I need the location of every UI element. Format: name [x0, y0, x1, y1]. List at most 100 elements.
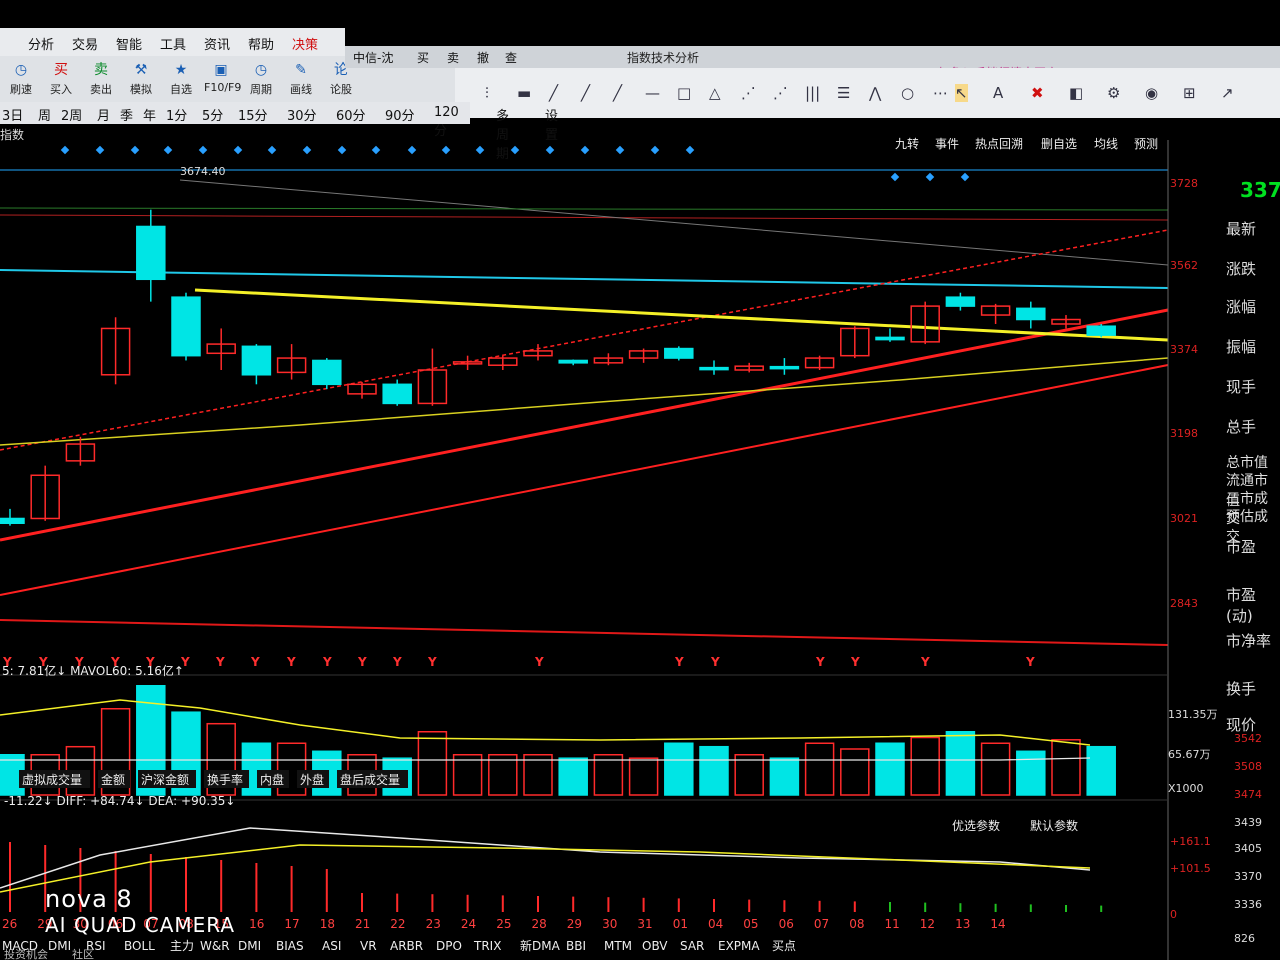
toolbar-button[interactable]: ★ 自选	[164, 58, 198, 100]
indicator-tab[interactable]: BOLL	[124, 939, 155, 953]
indicator-tab[interactable]: MTM	[604, 939, 632, 953]
optimize-params-button[interactable]: 优选参数	[952, 818, 1000, 833]
menu-item[interactable]: 工具	[160, 34, 186, 53]
indicator-tab[interactable]: 新DMA	[520, 938, 561, 953]
menu-item[interactable]: 决策	[292, 34, 318, 53]
period-9[interactable]: 30分	[287, 105, 317, 124]
volume-tab[interactable]: 外盘	[300, 772, 324, 787]
menu-item[interactable]: 分析	[28, 34, 54, 53]
draw-tool-icon[interactable]: △	[709, 84, 721, 102]
toolbar-button[interactable]: ◷ 刷速	[4, 58, 38, 100]
toolbar-button[interactable]: ▣ F10/F9	[204, 58, 241, 100]
period-6[interactable]: 1分	[166, 105, 187, 124]
indicator-tab[interactable]: SAR	[680, 939, 704, 953]
indicator-tab[interactable]: 主力	[170, 939, 194, 953]
eye-icon[interactable]: ◉	[1145, 84, 1158, 102]
candle-body[interactable]	[875, 336, 905, 341]
indicator-tab[interactable]: DMI	[238, 939, 261, 953]
indicator-tab[interactable]: DMI	[48, 939, 71, 953]
period-0[interactable]: 3日	[2, 105, 23, 124]
candle-body[interactable]	[382, 383, 412, 405]
tab-sell[interactable]: 卖	[447, 49, 459, 66]
price-chart[interactable]: 3674.40372835623374319830212843Y Y Y Y Y Y Y Y Y…	[0, 140, 1218, 960]
draw-tool-icon[interactable]: ⋀	[869, 84, 881, 102]
indicator-tab[interactable]: TRIX	[473, 939, 501, 953]
indicator-tab[interactable]: BIAS	[276, 939, 304, 953]
indicator-tab[interactable]: DPO	[436, 939, 462, 953]
draw-tool-icon[interactable]: |||	[805, 84, 820, 102]
period-3[interactable]: 月	[97, 105, 110, 124]
period-4[interactable]: 季	[120, 105, 133, 124]
default-params-button[interactable]: 默认参数	[1030, 818, 1078, 833]
volume-tab[interactable]: 沪深金额	[141, 772, 189, 787]
candle-body[interactable]	[312, 359, 342, 386]
draw-tool-icon[interactable]: ○	[901, 84, 914, 102]
candle-body[interactable]	[664, 347, 694, 359]
period-8[interactable]: 15分	[238, 105, 268, 124]
period-2[interactable]: 2周	[61, 105, 82, 124]
candle-body[interactable]	[0, 517, 25, 525]
indicator-tab[interactable]: 买点	[772, 939, 796, 953]
draw-tool-icon[interactable]: ⋰	[741, 84, 756, 102]
draw-tool-icon[interactable]: ⋰	[773, 84, 788, 102]
volume-tab[interactable]: 金额	[101, 772, 125, 787]
menu-item[interactable]: 智能	[116, 34, 142, 53]
draw-tool-icon[interactable]: ╱	[549, 84, 558, 102]
menu-item[interactable]: 资讯	[204, 34, 230, 53]
period-10[interactable]: 60分	[336, 105, 366, 124]
candle-body[interactable]	[136, 225, 166, 281]
draw-tool-icon[interactable]: ☰	[837, 84, 850, 102]
bottom-left-link[interactable]: 投资机会	[4, 947, 48, 960]
share-icon[interactable]: ↗	[1221, 84, 1234, 102]
toolbar-button[interactable]: ◷ 周期	[244, 58, 278, 100]
grid-icon[interactable]: ⊞	[1183, 84, 1196, 102]
volume-tab[interactable]: 换手率	[207, 772, 243, 787]
menu-item[interactable]: 帮助	[248, 34, 274, 53]
draw-tool-icon[interactable]: ╱	[581, 84, 590, 102]
candle-body[interactable]	[171, 296, 201, 357]
candle-body[interactable]	[699, 366, 729, 371]
indicator-tab[interactable]: W&R	[200, 939, 230, 953]
indicator-tab[interactable]: OBV	[642, 939, 668, 953]
volume-tab[interactable]: 虚拟成交量	[22, 772, 82, 787]
candle-body[interactable]	[1016, 307, 1046, 321]
candle-body[interactable]	[1086, 325, 1116, 336]
toolbar-button[interactable]: 卖卖出	[84, 58, 118, 100]
menu-item[interactable]: 交易	[72, 34, 98, 53]
toolbar-button[interactable]: 买买入	[44, 58, 78, 100]
settings-icon[interactable]: ⚙	[1107, 84, 1120, 102]
period-12[interactable]: 120分	[434, 105, 470, 139]
draw-tool-icon[interactable]: ⫶	[485, 84, 489, 102]
period-5[interactable]: 年	[143, 105, 156, 124]
save-icon[interactable]: ◧	[1069, 84, 1083, 102]
draw-tool-icon[interactable]: □	[677, 84, 691, 102]
indicator-tab[interactable]: ASI	[322, 939, 341, 953]
cursor-icon[interactable]: ↖	[955, 84, 968, 102]
draw-tool-icon[interactable]: ⋯	[933, 84, 948, 102]
indicator-tab[interactable]: ARBR	[390, 939, 423, 953]
candle-body[interactable]	[241, 345, 272, 376]
broker-label[interactable]: 中信-沈	[353, 49, 393, 66]
tab-query[interactable]: 查	[505, 49, 517, 66]
draw-tool-icon[interactable]: —	[645, 84, 660, 102]
candle-body[interactable]	[945, 296, 976, 307]
period-7[interactable]: 5分	[202, 105, 223, 124]
candle-body[interactable]	[558, 359, 588, 364]
candle-body[interactable]	[769, 365, 800, 370]
indicator-tab[interactable]: VR	[360, 939, 377, 953]
period-14[interactable]: 设置	[545, 105, 558, 143]
indicator-tab[interactable]: BBI	[566, 939, 586, 953]
draw-tool-icon[interactable]: ╱	[613, 84, 622, 102]
volume-tab[interactable]: 盘后成交量	[340, 772, 400, 787]
period-1[interactable]: 周	[38, 105, 51, 124]
text-icon[interactable]: A	[993, 84, 1003, 102]
toolbar-button[interactable]: ⚒ 模拟	[124, 58, 158, 100]
tab-buy[interactable]: 买	[417, 49, 429, 66]
toolbar-button[interactable]: ✎ 画线	[284, 58, 318, 100]
bottom-left-link[interactable]: 社区	[72, 947, 94, 960]
draw-tool-icon[interactable]: ▬	[517, 84, 531, 102]
period-11[interactable]: 90分	[385, 105, 415, 124]
delete-icon[interactable]: ✖	[1031, 84, 1044, 102]
tab-cancel[interactable]: 撤	[477, 49, 489, 66]
volume-tab[interactable]: 内盘	[260, 772, 284, 787]
